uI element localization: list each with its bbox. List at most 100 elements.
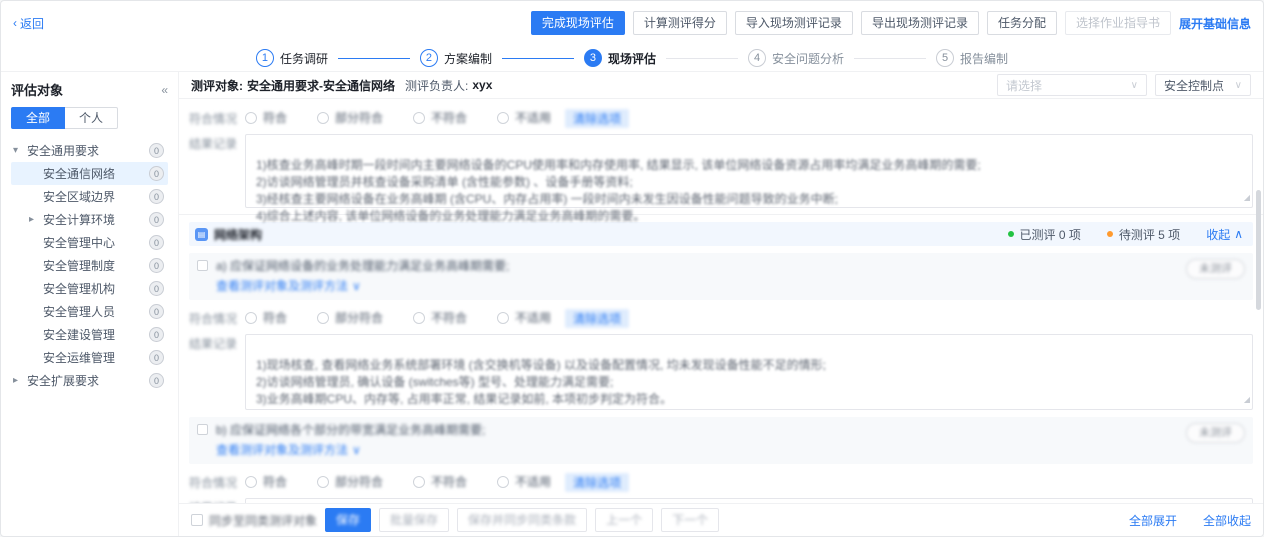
radio-label: 符合 bbox=[263, 309, 287, 326]
radio-icon bbox=[413, 476, 425, 488]
control-point-select[interactable]: 安全控制点 ∨ bbox=[1155, 74, 1251, 96]
tab-all[interactable]: 全部 bbox=[11, 107, 65, 129]
step-report-compile[interactable]: 5 报告编制 bbox=[936, 49, 1008, 67]
count-badge: 0 bbox=[149, 166, 164, 181]
radio-icon bbox=[497, 312, 509, 324]
expand-basic-info-link[interactable]: 展开基础信息 bbox=[1179, 15, 1251, 32]
sidebar-collapse-icon[interactable]: « bbox=[161, 83, 168, 97]
tree-item-secure-area-boundary[interactable]: 安全区域边界 0 bbox=[11, 185, 168, 208]
record-label: 结果记录 bbox=[189, 134, 245, 152]
sync-checkbox-wrap[interactable]: 同步至同类测评对象 bbox=[191, 512, 317, 529]
evaluation-scroll-area[interactable]: 符合情况 符合 部分符合 不符合 不适用 清除选项 结果记录 1)核查业务高峰时… bbox=[179, 99, 1263, 503]
tree-item-security-ops-management[interactable]: 安全运维管理 0 bbox=[11, 346, 168, 369]
step-problem-analysis[interactable]: 4 安全问题分析 bbox=[748, 49, 844, 67]
step-onsite-evaluation[interactable]: 3 现场评估 bbox=[584, 49, 656, 67]
item-checkbox[interactable] bbox=[197, 424, 208, 435]
radio-nonconform[interactable]: 不符合 bbox=[413, 109, 467, 126]
tree-label: 安全管理中心 bbox=[43, 234, 115, 251]
radio-icon bbox=[317, 112, 329, 124]
resize-grip-icon[interactable]: ◢ bbox=[1244, 391, 1250, 408]
caret-down-icon[interactable]: ▾ bbox=[13, 145, 27, 156]
filter-select[interactable]: 请选择 ∨ bbox=[997, 74, 1147, 96]
radio-nonconform[interactable]: 不符合 bbox=[413, 473, 467, 490]
result-record-textarea[interactable]: 1)现场核查, 查看网络业务系统部署环境 (含交换机等设备) 以及设备配置情况,… bbox=[245, 334, 1253, 410]
tree-item-security-management-personnel[interactable]: 安全管理人员 0 bbox=[11, 300, 168, 323]
result-record-textarea[interactable]: 1)查看相关带宽配置记录: 【 】; 2)访谈相关人员: 【 】; 3)核查各部… bbox=[245, 498, 1253, 503]
radio-icon bbox=[413, 312, 425, 324]
tree-item-security-management-system[interactable]: 安全管理制度 0 bbox=[11, 254, 168, 277]
radio-partial-conform[interactable]: 部分符合 bbox=[317, 109, 383, 126]
next-item-button[interactable]: 下一个 bbox=[661, 508, 719, 532]
count-badge: 0 bbox=[149, 304, 164, 319]
tree-item-secure-communication-network[interactable]: 安全通信网络 0 bbox=[11, 162, 168, 185]
radio-conform[interactable]: 符合 bbox=[245, 309, 287, 326]
tree-item-security-construction-management[interactable]: 安全建设管理 0 bbox=[11, 323, 168, 346]
count-badge: 0 bbox=[149, 281, 164, 296]
task-assign-button[interactable]: 任务分配 bbox=[987, 11, 1057, 35]
radio-label: 部分符合 bbox=[335, 309, 383, 326]
radio-nonconform[interactable]: 不符合 bbox=[413, 309, 467, 326]
select-guidebook-button[interactable]: 选择作业指导书 bbox=[1065, 11, 1171, 35]
item-title: a) 应保证网络设备的业务处理能力满足业务高峰期需要; bbox=[216, 257, 509, 274]
caret-right-icon[interactable]: ▸ bbox=[29, 214, 43, 225]
record-text: 1)现场核查, 查看网络业务系统部署环境 (含交换机等设备) 以及设备配置情况,… bbox=[256, 358, 826, 406]
compliance-label: 符合情况 bbox=[189, 309, 245, 327]
radio-conform[interactable]: 符合 bbox=[245, 473, 287, 490]
tree-label: 安全管理机构 bbox=[43, 280, 115, 297]
scrollbar-thumb[interactable] bbox=[1256, 190, 1261, 310]
tree-item-security-management-org[interactable]: 安全管理机构 0 bbox=[11, 277, 168, 300]
view-method-link[interactable]: 查看测评对象及测评方法 ∨ bbox=[216, 441, 361, 458]
tab-personal[interactable]: 个人 bbox=[65, 107, 118, 129]
count-badge: 0 bbox=[149, 189, 164, 204]
collapse-all-link[interactable]: 全部收起 bbox=[1203, 512, 1251, 529]
save-sync-similar-button[interactable]: 保存并同步同类条款 bbox=[457, 508, 587, 532]
count-badge: 0 bbox=[149, 373, 164, 388]
radio-partial-conform[interactable]: 部分符合 bbox=[317, 309, 383, 326]
export-records-button[interactable]: 导出现场测评记录 bbox=[861, 11, 979, 35]
view-method-label: 查看测评对象及测评方法 bbox=[216, 441, 348, 458]
calc-score-button[interactable]: 计算测评得分 bbox=[633, 11, 727, 35]
save-button[interactable]: 保存 bbox=[325, 508, 371, 532]
radio-not-applicable[interactable]: 不适用 bbox=[497, 309, 551, 326]
radio-not-applicable[interactable]: 不适用 bbox=[497, 473, 551, 490]
radio-partial-conform[interactable]: 部分符合 bbox=[317, 473, 383, 490]
progress-stepper: 1 任务调研 2 方案编制 3 现场评估 4 安全问题分析 5 报告编制 bbox=[1, 45, 1263, 71]
radio-label: 不适用 bbox=[515, 109, 551, 126]
tree-item-general-requirements[interactable]: ▾ 安全通用要求 0 bbox=[11, 139, 168, 162]
tree-item-secure-computing-environment[interactable]: ▸ 安全计算环境 0 bbox=[11, 208, 168, 231]
compliance-label: 符合情况 bbox=[189, 109, 245, 127]
import-records-button[interactable]: 导入现场测评记录 bbox=[735, 11, 853, 35]
radio-conform[interactable]: 符合 bbox=[245, 109, 287, 126]
expand-all-link[interactable]: 全部展开 bbox=[1129, 512, 1177, 529]
compliance-row: 符合情况 符合 部分符合 不符合 不适用 清除选项 bbox=[189, 109, 1253, 128]
object-value: 安全通用要求-安全通信网络 bbox=[247, 77, 395, 94]
resize-grip-icon[interactable]: ◢ bbox=[1244, 189, 1250, 206]
step-task-research[interactable]: 1 任务调研 bbox=[256, 49, 328, 67]
radio-label: 不符合 bbox=[431, 473, 467, 490]
finish-onsite-evaluation-button[interactable]: 完成现场评估 bbox=[531, 11, 625, 35]
radio-not-applicable[interactable]: 不适用 bbox=[497, 109, 551, 126]
back-link[interactable]: ‹ 返回 bbox=[13, 15, 44, 32]
count-badge: 0 bbox=[149, 327, 164, 342]
result-record-textarea[interactable]: 1)核查业务高峰时期一段时间内主要网络设备的CPU使用率和内存使用率, 结果显示… bbox=[245, 134, 1253, 208]
view-method-link[interactable]: 查看测评对象及测评方法 ∨ bbox=[216, 277, 361, 294]
clear-options-link[interactable]: 清除选项 bbox=[565, 309, 629, 328]
step-plan-compile[interactable]: 2 方案编制 bbox=[420, 49, 492, 67]
evaluation-item-b: b) 应保证网络各个部分的带宽满足业务高峰期需要; 查看测评对象及测评方法 ∨ … bbox=[189, 417, 1253, 503]
clear-options-link[interactable]: 清除选项 bbox=[565, 109, 629, 128]
not-evaluated-pill[interactable]: 未测评 bbox=[1186, 259, 1245, 279]
tree-label: 安全管理制度 bbox=[43, 257, 115, 274]
previous-item-button[interactable]: 上一个 bbox=[595, 508, 653, 532]
tree-item-security-management-center[interactable]: 安全管理中心 0 bbox=[11, 231, 168, 254]
tree-item-extended-requirements[interactable]: ▸ 安全扩展要求 0 bbox=[11, 369, 168, 392]
caret-right-icon[interactable]: ▸ bbox=[13, 375, 27, 386]
not-evaluated-pill[interactable]: 未测评 bbox=[1186, 423, 1245, 443]
collapse-section-link[interactable]: 收起 ∧ bbox=[1206, 226, 1243, 243]
radio-label: 部分符合 bbox=[335, 473, 383, 490]
checkbox-icon[interactable] bbox=[191, 514, 203, 526]
clear-options-link[interactable]: 清除选项 bbox=[565, 473, 629, 492]
chevron-down-icon: ∨ bbox=[352, 279, 361, 293]
item-checkbox[interactable] bbox=[197, 260, 208, 271]
batch-save-button[interactable]: 批量保存 bbox=[379, 508, 449, 532]
step-circle: 1 bbox=[256, 49, 274, 67]
